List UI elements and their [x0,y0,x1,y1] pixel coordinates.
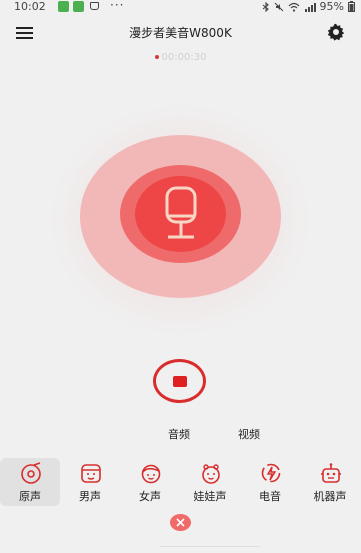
close-button[interactable] [170,514,191,531]
signal-icon [304,2,316,12]
voice-female[interactable]: 女声 [120,458,180,506]
vinyl-icon [21,462,41,484]
more-notifications-icon: ··· [110,0,125,12]
app-header: 漫步者美音W800K [0,18,361,46]
recording-dot-icon [154,55,159,59]
mute-icon [274,2,283,11]
page-title: 漫步者美音W800K [129,26,232,40]
status-icons: 95% [262,0,355,13]
tab-audio[interactable]: 音频 [168,426,190,442]
man-face-icon [81,464,101,483]
voice-child[interactable]: 娃娃声 [180,458,240,506]
notification-icon [73,1,84,12]
voice-label: 原声 [19,490,41,503]
recording-timer: 00:00:30 [0,52,361,63]
voice-label: 电音 [259,490,281,503]
battery-icon [348,1,355,12]
timer-value: 00:00:30 [161,52,207,63]
divider [160,546,260,547]
voice-label: 机器声 [313,490,347,503]
woman-face-icon [141,464,161,484]
voice-male[interactable]: 男声 [60,458,120,506]
tab-video[interactable]: 视频 [238,426,260,442]
bluetooth-icon [262,1,269,12]
voice-label: 男声 [79,490,101,503]
baby-face-icon [202,464,220,484]
stop-icon [173,376,187,387]
stop-record-button[interactable] [153,359,206,403]
close-icon [176,518,185,527]
voice-label: 女声 [139,490,161,503]
shopping-bag-icon [90,2,99,10]
status-bar: 10:02 ··· 95% [0,0,361,14]
battery-text: 95% [319,0,344,13]
status-time: 10:02 [14,0,46,13]
voice-robot[interactable]: 机器声 [300,458,360,506]
microphone-icon [165,186,197,239]
voice-electric[interactable]: 电音 [240,458,300,506]
voice-original[interactable]: 原声 [0,458,60,506]
voice-label: 娃娃声 [193,490,227,503]
robot-icon [321,463,341,483]
gear-icon[interactable] [327,23,345,41]
electric-icon [261,463,281,483]
notification-icon [58,1,69,12]
wifi-icon [288,2,299,12]
